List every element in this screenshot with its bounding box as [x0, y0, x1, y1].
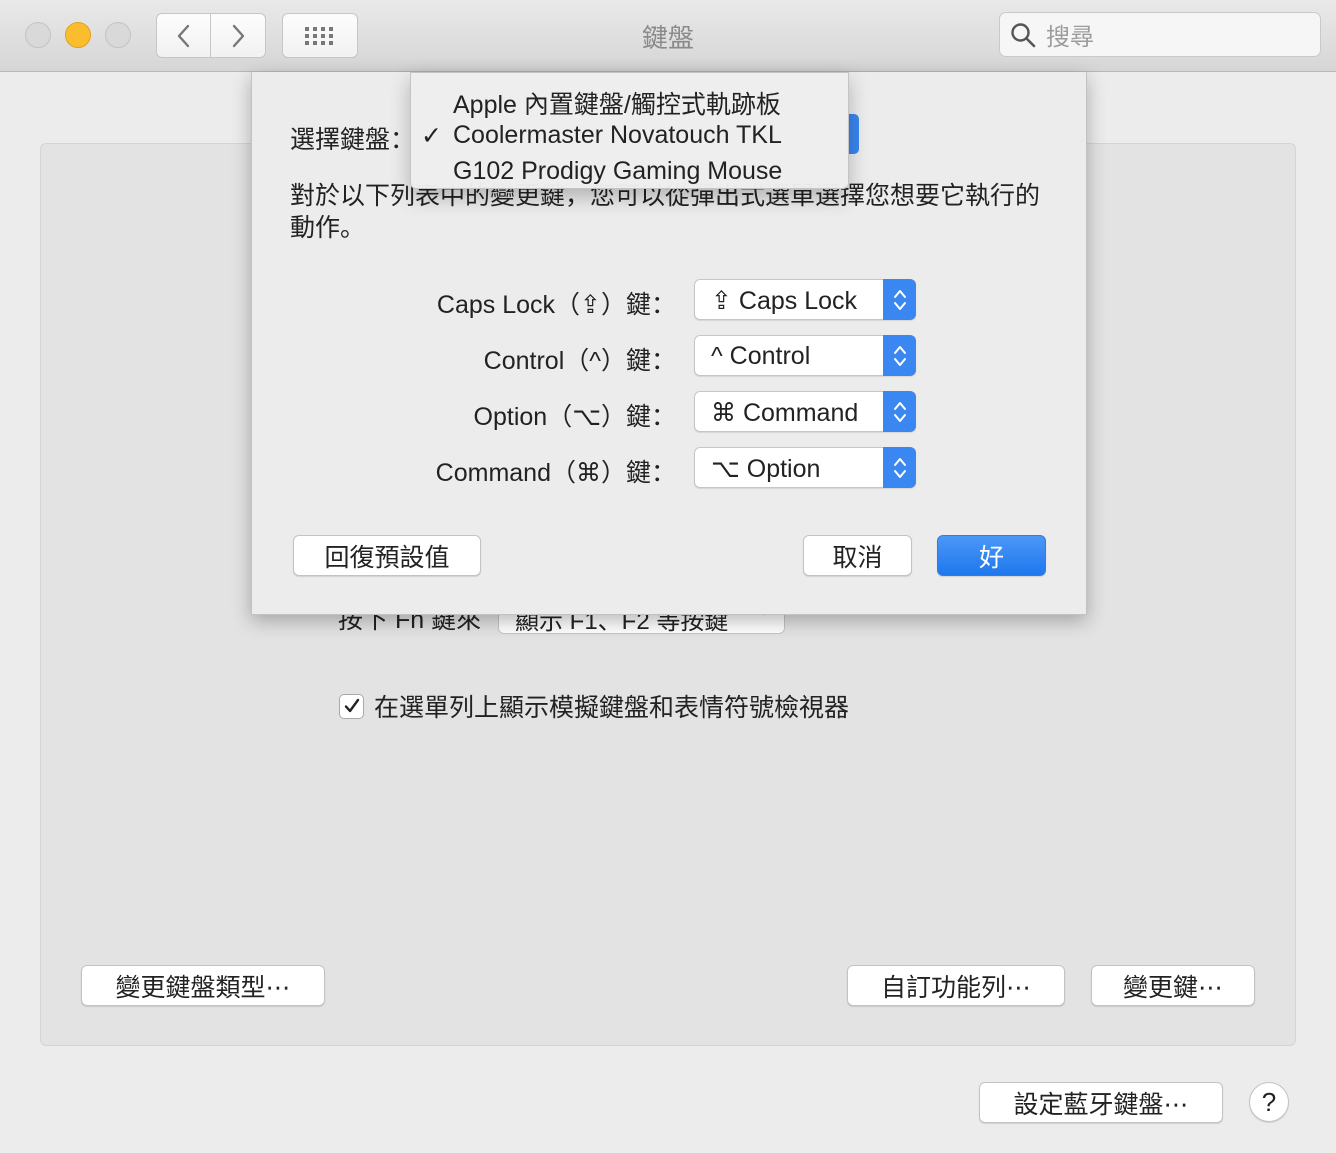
caps-lock-action-popup[interactable]: ⇪ Caps Lock	[694, 279, 916, 320]
checkmark-icon: ✓	[421, 122, 442, 150]
command-action-popup[interactable]: ⌥ Option	[694, 447, 916, 488]
option-key-label: Option（⌥）鍵：	[473, 403, 676, 431]
change-keyboard-type-button[interactable]: 變更鍵盤類型⋯	[81, 965, 325, 1006]
emoji-viewer-label: 在選單列上顯示模擬鍵盤和表情符號檢視器	[374, 694, 850, 722]
popup-stepper	[883, 447, 916, 488]
emoji-viewer-checkbox[interactable]	[339, 693, 364, 719]
sheet-description: 對於以下列表中的變更鍵，您可以從彈出式選單選擇您想要它執行的動作。	[290, 182, 1041, 242]
up-down-arrows-icon	[893, 289, 906, 310]
command-key-label: Command（⌘）鍵：	[435, 459, 676, 487]
menu-item-label: G102 Prodigy Gaming Mouse	[453, 157, 783, 185]
restore-defaults-button[interactable]: 回復預設值	[293, 535, 481, 576]
emoji-viewer-option[interactable]: 在選單列上顯示模擬鍵盤和表情符號檢視器	[339, 688, 849, 724]
setup-bluetooth-keyboard-button[interactable]: 設定藍牙鍵盤⋯	[979, 1082, 1223, 1123]
menu-item-label: Coolermaster Novatouch TKL	[453, 121, 782, 149]
option-action-popup[interactable]: ⌘ Command	[694, 391, 916, 432]
cancel-button[interactable]: 取消	[803, 535, 912, 576]
caps-lock-action-value: ⇪ Caps Lock	[711, 287, 858, 315]
menu-item-label: Apple 內置鍵盤/觸控式軌跡板	[453, 91, 781, 119]
popup-stepper	[883, 279, 916, 320]
help-button[interactable]: ?	[1249, 1082, 1289, 1122]
popup-stepper	[883, 335, 916, 376]
ok-button[interactable]: 好	[937, 535, 1046, 576]
control-action-value: ^ Control	[711, 342, 811, 370]
menu-item-apple-keyboard[interactable]: Apple 內置鍵盤/觸控式軌跡板	[411, 81, 850, 119]
option-action-value: ⌘ Command	[711, 399, 859, 427]
checkmark-icon	[344, 698, 359, 713]
control-action-popup[interactable]: ^ Control	[694, 335, 916, 376]
menu-item-g102-mouse[interactable]: G102 Prodigy Gaming Mouse	[411, 153, 850, 189]
menu-item-coolermaster[interactable]: ✓ Coolermaster Novatouch TKL	[411, 117, 850, 153]
window-toolbar: 鍵盤 搜尋	[0, 0, 1336, 72]
select-keyboard-label: 選擇鍵盤：	[290, 126, 416, 154]
control-key-label: Control（^）鍵：	[483, 347, 676, 375]
keyboard-select-menu: Apple 內置鍵盤/觸控式軌跡板 ✓ Coolermaster Novatou…	[410, 72, 849, 189]
caps-lock-key-label: Caps Lock（⇪）鍵：	[436, 291, 676, 319]
search-input[interactable]: 搜尋	[999, 12, 1321, 57]
modifier-keys-button[interactable]: 變更鍵⋯	[1091, 965, 1255, 1006]
command-action-value: ⌥ Option	[711, 455, 821, 483]
up-down-arrows-icon	[893, 457, 906, 478]
search-placeholder: 搜尋	[1046, 24, 1094, 51]
customize-touch-bar-button[interactable]: 自訂功能列⋯	[847, 965, 1065, 1006]
up-down-arrows-icon	[893, 401, 906, 422]
up-down-arrows-icon	[893, 345, 906, 366]
search-icon	[1011, 22, 1036, 47]
popup-stepper	[883, 391, 916, 432]
